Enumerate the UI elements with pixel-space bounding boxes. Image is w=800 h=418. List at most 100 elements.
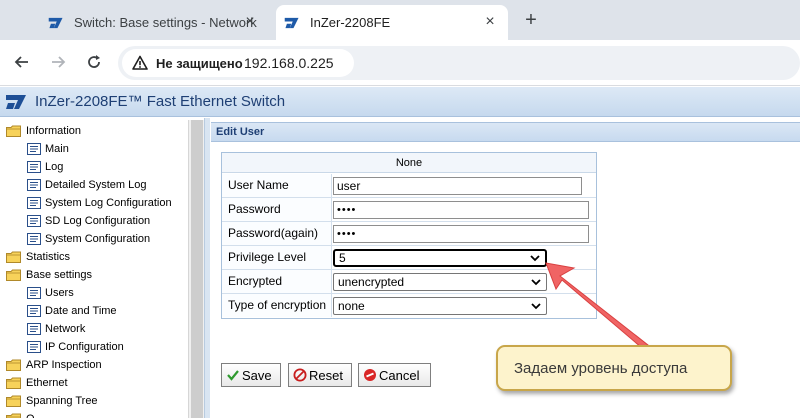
page-icon: [27, 215, 41, 227]
row-user-name: User Name user: [222, 174, 596, 198]
inzer-logo-icon: [48, 17, 63, 28]
sidebar-item-label: ARP Inspection: [26, 359, 102, 371]
page-icon: [27, 233, 41, 245]
type-of-encryption-select[interactable]: none: [333, 297, 547, 315]
cancel-label: Cancel: [379, 367, 420, 383]
sidebar-item-label: Main: [45, 143, 69, 155]
cancel-button[interactable]: Cancel: [358, 363, 431, 387]
sidebar-item-label: Information: [26, 125, 82, 137]
field-label: Privilege Level: [222, 246, 332, 269]
page-icon: [27, 161, 41, 173]
folder-icon: [6, 413, 21, 418]
address-bar[interactable]: Не защищено 192.168.0.225: [118, 46, 800, 80]
sidebar-item-statistics[interactable]: Statistics: [6, 248, 186, 266]
panel-title: Edit User: [216, 126, 265, 138]
tab-title: Switch: Base settings - Network: [74, 15, 257, 30]
sidebar-item-ethernet[interactable]: Ethernet: [6, 374, 186, 392]
sidebar-item-date-and-time[interactable]: Date and Time: [6, 302, 186, 320]
folder-icon: [6, 269, 21, 281]
tree-list: Information Main Log Detailed System Log Sys…: [6, 122, 186, 418]
reload-icon[interactable]: [84, 52, 104, 72]
sidebar-item-label: System Configuration: [45, 233, 151, 245]
password-input[interactable]: ••••: [333, 201, 589, 219]
sidebar-item-system-log-configuration[interactable]: System Log Configuration: [6, 194, 186, 212]
app-header: InZer-2208FE™ Fast Ethernet Switch: [0, 87, 800, 117]
folder-icon: [6, 125, 21, 137]
sidebar-scrollbar[interactable]: [188, 120, 204, 418]
sidebar-item-label: Date and Time: [45, 305, 117, 317]
forward-arrow-icon[interactable]: [48, 52, 68, 72]
selected-value: 5: [339, 251, 346, 265]
row-type-of-encryption: Type of encryption none: [222, 294, 596, 318]
page-icon: [27, 179, 41, 191]
selected-value: none: [338, 299, 365, 313]
sidebar-item-label: Spanning Tree: [26, 395, 98, 407]
checkmark-icon: [227, 370, 239, 381]
reset-label: Reset: [309, 367, 343, 383]
sidebar-item-label: System Log Configuration: [45, 197, 172, 209]
tab-title: InZer-2208FE: [310, 15, 391, 30]
sidebar-item-q[interactable]: Q: [6, 410, 186, 418]
password-again-input[interactable]: ••••: [333, 225, 589, 243]
sidebar-item-label: SD Log Configuration: [45, 215, 151, 227]
sidebar-item-log[interactable]: Log: [6, 158, 186, 176]
sidebar-item-information[interactable]: Information: [6, 122, 186, 140]
sidebar-item-network[interactable]: Network: [6, 320, 186, 338]
field-label: Password: [222, 198, 332, 221]
browser-tab-strip: Switch: Base settings - Network × InZer-…: [0, 0, 800, 40]
page-icon: [27, 287, 41, 299]
sidebar-item-label: Network: [45, 323, 86, 335]
field-label: Encrypted: [222, 270, 332, 293]
page-icon: [27, 323, 41, 335]
back-arrow-icon[interactable]: [12, 52, 32, 72]
page-icon: [27, 341, 41, 353]
url-text[interactable]: 192.168.0.225: [244, 55, 334, 71]
cancel-icon: [364, 369, 376, 381]
close-icon[interactable]: ×: [482, 14, 498, 30]
navigation-tree: Information Main Log Detailed System Log Sys…: [0, 118, 204, 418]
sidebar-item-spanning-tree[interactable]: Spanning Tree: [6, 392, 186, 410]
sidebar-item-label: Users: [45, 287, 74, 299]
callout-box: Задаем уровень доступа: [496, 345, 732, 391]
folder-icon: [6, 377, 21, 389]
warning-triangle-icon: [132, 55, 148, 70]
folder-icon: [6, 395, 21, 407]
chevron-down-icon: [530, 255, 540, 262]
folder-icon: [6, 251, 21, 263]
save-button[interactable]: Save: [221, 363, 281, 387]
inzer-logo-icon: [6, 94, 26, 109]
panel-header: Edit User: [211, 122, 800, 142]
page-icon: [27, 143, 41, 155]
sidebar-item-arp-inspection[interactable]: ARP Inspection: [6, 356, 186, 374]
sidebar-item-ip-configuration[interactable]: IP Configuration: [6, 338, 186, 356]
edit-user-form: None User Name user Password •••• Passwo…: [221, 152, 597, 319]
sidebar-item-sd-log-configuration[interactable]: SD Log Configuration: [6, 212, 186, 230]
page-icon: [27, 305, 41, 317]
encrypted-select[interactable]: unencrypted: [333, 273, 547, 291]
scrollbar-thumb[interactable]: [191, 120, 203, 418]
close-icon[interactable]: ×: [242, 14, 258, 30]
sidebar-item-label: Ethernet: [26, 377, 68, 389]
callout-text: Задаем уровень доступа: [514, 360, 688, 377]
new-tab-button[interactable]: +: [520, 10, 542, 32]
sidebar-item-system-configuration[interactable]: System Configuration: [6, 230, 186, 248]
tab-inzer-2208fe[interactable]: InZer-2208FE ×: [276, 5, 508, 40]
privilege-level-select[interactable]: 5: [333, 249, 547, 267]
pane-divider[interactable]: [204, 118, 210, 418]
user-name-input[interactable]: user: [333, 177, 582, 195]
no-entry-icon: [293, 368, 307, 382]
row-password-again: Password(again) ••••: [222, 222, 596, 246]
row-privilege-level: Privilege Level 5: [222, 246, 596, 270]
sidebar-item-main[interactable]: Main: [6, 140, 186, 158]
selected-value: unencrypted: [338, 275, 405, 289]
sidebar-item-users[interactable]: Users: [6, 284, 186, 302]
tab-switch-base-settings[interactable]: Switch: Base settings - Network ×: [38, 5, 268, 40]
sidebar-item-base-settings[interactable]: Base settings: [6, 266, 186, 284]
reset-button[interactable]: Reset: [288, 363, 352, 387]
sidebar-item-label: Log: [45, 161, 64, 173]
sidebar-item-label: Statistics: [26, 251, 71, 263]
security-label: Не защищено: [156, 55, 243, 71]
sidebar-item-detailed-system-log[interactable]: Detailed System Log: [6, 176, 186, 194]
field-label: User Name: [222, 174, 332, 197]
field-label: Type of encryption: [222, 294, 332, 317]
